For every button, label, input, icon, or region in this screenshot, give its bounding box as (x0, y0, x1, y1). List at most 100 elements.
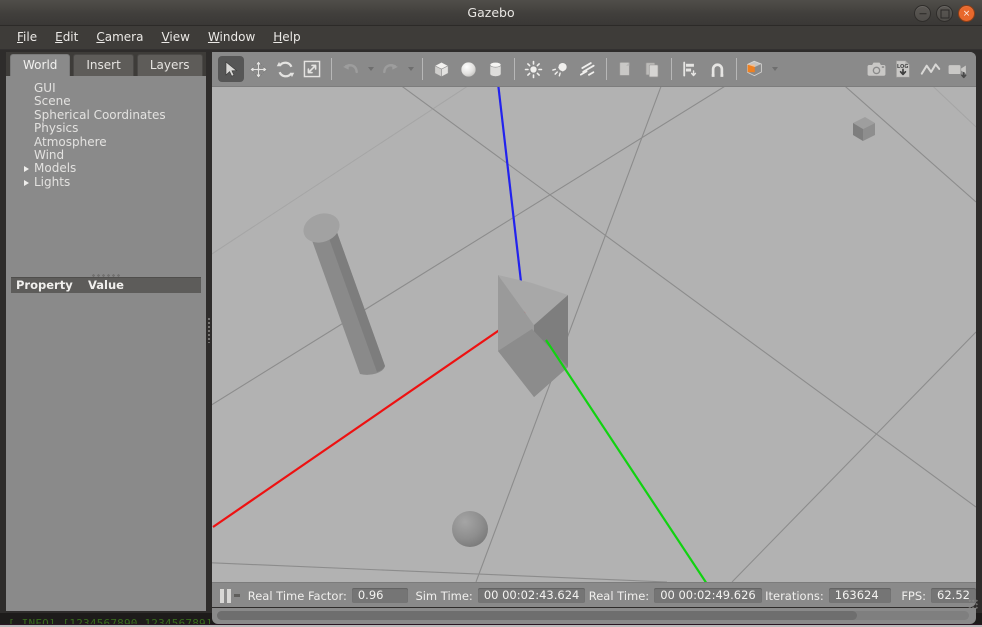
column-header-value: Value (88, 278, 124, 292)
panel-resize-grip[interactable] (91, 274, 121, 277)
sphere-object (452, 511, 488, 547)
tab-layers[interactable]: Layers (136, 54, 203, 76)
minimize-button[interactable] (914, 5, 931, 22)
record-video-button[interactable] (944, 56, 970, 82)
sim-time-label: Sim Time: (415, 588, 473, 603)
screenshot-button[interactable] (863, 56, 889, 82)
window-title: Gazebo (467, 5, 515, 20)
cylinder-icon (489, 61, 501, 77)
tree-item-wind[interactable]: Wind (6, 148, 206, 162)
step-icon (234, 594, 241, 597)
align-button[interactable] (677, 56, 703, 82)
align-icon (682, 61, 696, 76)
snap-icon (711, 62, 723, 77)
rotate-mode-button[interactable] (272, 56, 298, 82)
tree-item-scene[interactable]: Scene (6, 94, 206, 108)
menu-bar: File Edit Camera View Window Help (0, 26, 982, 50)
menu-window-rest: indow (219, 30, 256, 44)
tree-item-models-label: Models (34, 161, 77, 176)
snap-button[interactable] (704, 56, 730, 82)
screenshot-icon (867, 62, 885, 76)
translate-mode-button[interactable] (245, 56, 271, 82)
tree-item-atmosphere[interactable]: Atmosphere (6, 135, 206, 149)
tab-insert[interactable]: Insert (73, 54, 134, 76)
tree-item-lights[interactable]: Lights (6, 175, 206, 189)
tree-item-spherical-coordinates[interactable]: Spherical Coordinates (6, 108, 206, 122)
scene-toolbar: LOG (212, 52, 976, 87)
paste-icon (645, 62, 658, 77)
view-angle-button[interactable] (742, 56, 768, 82)
insert-spot-light-button[interactable] (547, 56, 573, 82)
menu-camera-rest: amera (104, 30, 144, 44)
pause-button[interactable] (220, 588, 231, 604)
pause-icon (220, 588, 224, 603)
plot-icon (920, 62, 940, 75)
tree-item-gui[interactable]: GUI (6, 81, 206, 95)
property-table-body (6, 293, 206, 611)
insert-cylinder-button[interactable] (482, 56, 508, 82)
window-controls: × (914, 5, 975, 22)
step-button[interactable] (234, 588, 241, 604)
3d-viewport[interactable] (212, 87, 976, 582)
column-header-property: Property (16, 278, 73, 292)
left-panel: World Insert Layers GUI Scene Spherical … (6, 52, 206, 611)
world-tree: GUI Scene Spherical Coordinates Physics … (6, 76, 206, 273)
toolbar-separator (736, 58, 737, 80)
chevron-down-icon (771, 67, 778, 71)
horizontal-scrollbar-area (212, 608, 976, 624)
toolbar-separator (331, 58, 332, 80)
menu-camera[interactable]: Camera (87, 28, 152, 47)
copy-icon (618, 61, 630, 76)
log-save-icon: LOG (896, 60, 910, 78)
sim-time-value: 00 00:02:43.624 (477, 588, 586, 603)
title-bar[interactable]: Gazebo × (0, 0, 982, 26)
close-button[interactable]: × (958, 5, 975, 22)
undo-button[interactable] (337, 56, 363, 82)
menu-help-rest: elp (282, 30, 301, 44)
simulation-status-bar: Real Time Factor: 0.96 Sim Time: 00 00:0… (212, 582, 976, 607)
redo-button[interactable] (377, 56, 403, 82)
tree-item-models[interactable]: Models (6, 162, 206, 175)
tree-item-physics[interactable]: Physics (6, 121, 206, 135)
insert-box-button[interactable] (428, 56, 454, 82)
select-mode-button[interactable] (218, 56, 244, 82)
menu-window[interactable]: Window (199, 28, 264, 47)
directional-light-icon (579, 61, 595, 76)
undo-icon (342, 63, 358, 73)
maximize-button[interactable] (936, 5, 953, 22)
scrollbar-thumb[interactable] (217, 611, 857, 620)
real-time-factor-label: Real Time Factor: (247, 588, 347, 603)
chevron-right-icon[interactable] (24, 166, 29, 173)
toolbar-separator (422, 58, 423, 80)
insert-point-light-button[interactable] (520, 56, 546, 82)
insert-directional-light-button[interactable] (574, 56, 600, 82)
iterations-label: Iterations: (765, 588, 824, 603)
menu-file[interactable]: File (8, 28, 46, 47)
copy-button[interactable] (612, 56, 638, 82)
redo-history-dropdown[interactable] (404, 56, 416, 82)
gazebo-application-window: [ INFO] [1234567890.123456789]: GAZEBO S… (0, 0, 982, 627)
viewport-scene (212, 87, 976, 582)
scale-mode-button[interactable] (299, 56, 325, 82)
real-time-label: Real Time: (588, 588, 650, 603)
point-light-icon (524, 60, 542, 78)
tab-world[interactable]: World (10, 54, 71, 76)
menu-help[interactable]: Help (264, 28, 309, 47)
undo-history-dropdown[interactable] (364, 56, 376, 82)
box-icon (433, 61, 449, 77)
plot-button[interactable] (917, 56, 943, 82)
window-resize-grip[interactable] (968, 599, 978, 609)
view-angle-dropdown[interactable] (769, 56, 779, 82)
chevron-right-icon[interactable] (24, 179, 29, 186)
real-time-value: 00 00:02:49.626 (654, 588, 762, 603)
property-table-header: Property Value (11, 274, 201, 293)
ground-plane (212, 87, 976, 582)
splitter-grip-icon (207, 316, 211, 343)
menu-view[interactable]: View (152, 28, 198, 47)
menu-edit[interactable]: Edit (46, 28, 87, 47)
paste-button[interactable] (639, 56, 665, 82)
save-log-button[interactable]: LOG (890, 56, 916, 82)
insert-sphere-button[interactable] (455, 56, 481, 82)
redo-icon (382, 63, 398, 73)
main-body: World Insert Layers GUI Scene Spherical … (0, 50, 982, 624)
